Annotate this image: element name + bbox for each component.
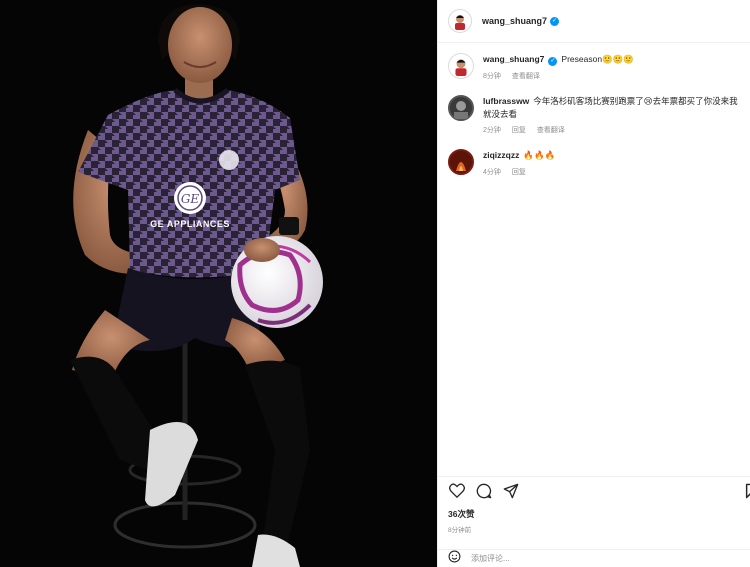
- caption-username[interactable]: wang_shuang7: [483, 54, 544, 64]
- avatar-image: [455, 15, 465, 30]
- comment-text: 🔥🔥🔥: [523, 151, 556, 161]
- caption-item: wang_shuang7 ✓ Preseason🙂🙂🙂 8分钟 查看翻译: [448, 53, 740, 81]
- post-header: wang_shuang7 ✓: [438, 0, 750, 43]
- caption-emoji: 🙂🙂🙂: [602, 55, 634, 65]
- comment-reply-link[interactable]: 回复: [512, 127, 526, 134]
- like-count[interactable]: 36次赞: [448, 508, 474, 520]
- comment-reply-link[interactable]: 回复: [512, 169, 526, 176]
- player-photo-illustration: GE GE APPLIANCES: [70, 4, 323, 567]
- comments-list: wang_shuang7 ✓ Preseason🙂🙂🙂 8分钟 查看翻译 lufbr…: [438, 43, 750, 177]
- author-avatar[interactable]: [448, 9, 472, 33]
- comment-username[interactable]: ziqizzqzz: [483, 150, 519, 160]
- post-actions: [438, 476, 750, 504]
- comment-time[interactable]: 4分钟: [483, 169, 501, 176]
- smiley-icon[interactable]: [448, 550, 461, 567]
- post-photo[interactable]: GE GE APPLIANCES: [0, 0, 437, 567]
- commenter-avatar[interactable]: [448, 149, 474, 175]
- verified-badge-icon: ✓: [550, 16, 560, 26]
- sponsor-logo: GE: [181, 192, 200, 206]
- comment-translate-link[interactable]: 查看翻译: [537, 127, 565, 134]
- post-panel: wang_shuang7 ✓ wang_shuang7 ✓ Preseason🙂🙂🙂…: [437, 0, 750, 567]
- comment-item: ziqizzqzz 🔥🔥🔥 4分钟 回复: [448, 149, 740, 177]
- caption-time[interactable]: 8分钟: [483, 73, 501, 80]
- comment-item: lufbrassww 今年洛杉矶客场比赛别跑票了😢去年票都买了你没来我就没去看 2…: [448, 95, 740, 135]
- comment-username[interactable]: lufbrassww: [483, 96, 529, 106]
- caption-translate-link[interactable]: 查看翻译: [512, 73, 540, 80]
- comment-icon[interactable]: [475, 482, 493, 500]
- avatar-image: [450, 97, 472, 119]
- comment-composer: 添加评论...: [438, 549, 750, 567]
- heart-icon[interactable]: [448, 482, 466, 500]
- caption-text: Preseason: [561, 54, 603, 64]
- bookmark-icon[interactable]: [742, 482, 750, 500]
- comment-input[interactable]: 添加评论...: [471, 553, 510, 564]
- author-username[interactable]: wang_shuang7: [482, 16, 547, 26]
- avatar-image: [455, 59, 467, 76]
- jersey-sponsor-text: GE APPLIANCES: [150, 219, 230, 229]
- verified-badge-icon: ✓: [548, 57, 558, 66]
- caption-author-avatar[interactable]: [448, 53, 474, 79]
- comment-time[interactable]: 2分钟: [483, 127, 501, 134]
- post-timestamp: 8分钟前: [448, 527, 472, 534]
- avatar-image: [450, 151, 472, 173]
- share-icon[interactable]: [502, 482, 520, 500]
- commenter-avatar[interactable]: [448, 95, 474, 121]
